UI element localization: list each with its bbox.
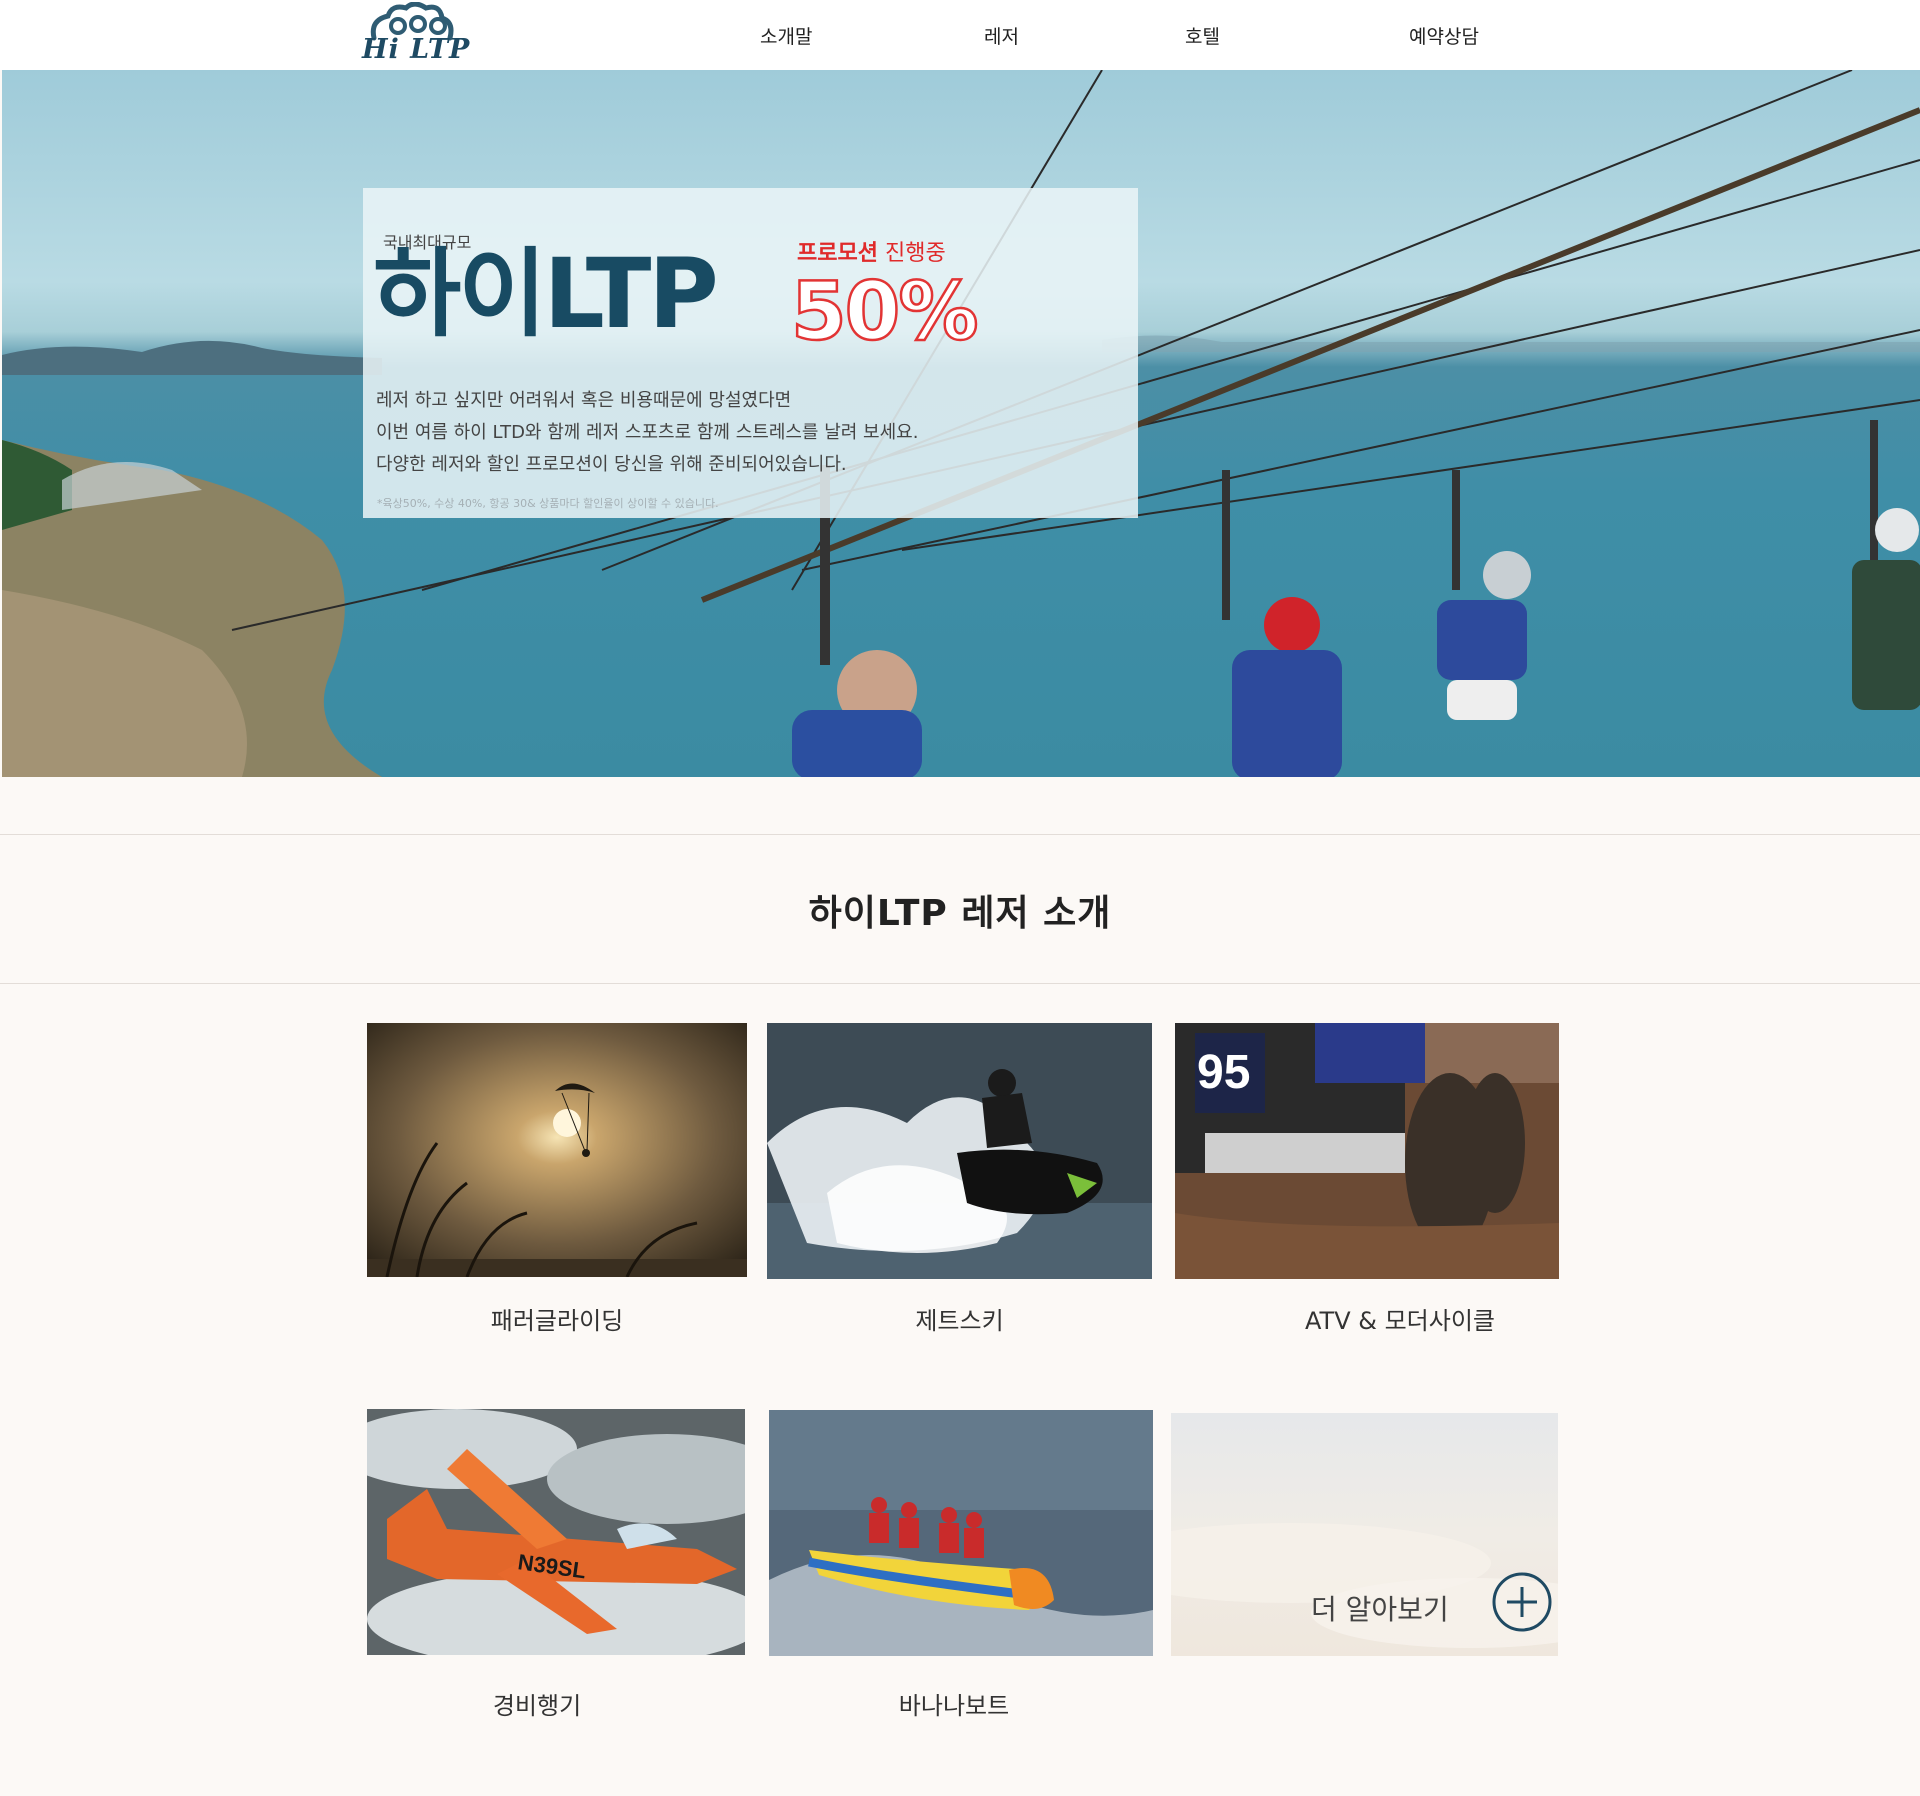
more-card[interactable]: 더 알아보기: [1171, 1413, 1558, 1656]
promo-line-2: 이번 여름 하이 LTD와 함께 레저 스포츠로 함께 스트레스를 날려 보세요…: [376, 422, 919, 443]
promo-panel: 국내최대규모 하이LTP 프로모션 진행중 50% 레저 하고 싶지만 어려워서…: [363, 188, 1138, 518]
card-aircraft-label[interactable]: 경비행기: [367, 1686, 707, 1721]
nav-item-reservation[interactable]: 예약상담: [1409, 22, 1479, 49]
promo-line-3: 다양한 레저와 할인 프로모션이 당신을 위해 준비되어있습니다.: [376, 454, 847, 475]
promo-brand-title: 하이LTP: [373, 238, 719, 350]
hero-banner: 국내최대규모 하이LTP 프로모션 진행중 50% 레저 하고 싶지만 어려워서…: [2, 70, 1920, 777]
nav-item-leisure[interactable]: 레저: [984, 22, 1019, 49]
card-atv-label[interactable]: ATV & 모더사이클: [1250, 1301, 1550, 1336]
promo-discount: 50%: [790, 265, 980, 358]
card-paragliding-label[interactable]: 패러글라이딩: [367, 1301, 747, 1336]
section-divider-bottom: [0, 983, 1920, 984]
card-jetski-image[interactable]: [767, 1023, 1152, 1279]
promo-note: *육상50%, 수상 40%, 항공 30& 상품마다 할인율이 상이할 수 있…: [377, 497, 719, 510]
site-header: Hi LTP 소개말 레저 호텔 예약상담: [0, 0, 1920, 70]
section-title: 하이LTP 레저 소개: [808, 893, 1112, 934]
card-bananaboat-label[interactable]: 바나나보트: [769, 1686, 1139, 1721]
card-jetski-label[interactable]: 제트스키: [767, 1301, 1152, 1336]
promo-tag-strong: 프로모션: [797, 241, 878, 266]
svg-text:95: 95: [1197, 1046, 1250, 1099]
card-paragliding-image[interactable]: [367, 1023, 747, 1277]
nav-item-hotel[interactable]: 호텔: [1185, 22, 1220, 49]
card-aircraft-image[interactable]: N39SL: [367, 1409, 745, 1655]
promo-line-1: 레저 하고 싶지만 어려워서 혹은 비용때문에 망설였다면: [376, 390, 792, 411]
more-label[interactable]: 더 알아보기: [1311, 1588, 1449, 1628]
section-divider-top: [0, 834, 1920, 835]
card-atv-image[interactable]: 95: [1175, 1023, 1559, 1279]
promo-tag: 프로모션 진행중: [797, 235, 946, 267]
plus-circle-icon[interactable]: [1491, 1571, 1553, 1633]
logo-text: Hi LTP: [362, 34, 471, 65]
logo[interactable]: Hi LTP: [360, 1, 472, 68]
nav-item-intro[interactable]: 소개말: [760, 22, 812, 49]
card-bananaboat-image[interactable]: [769, 1410, 1153, 1656]
promo-tag-normal: 진행중: [877, 241, 946, 266]
